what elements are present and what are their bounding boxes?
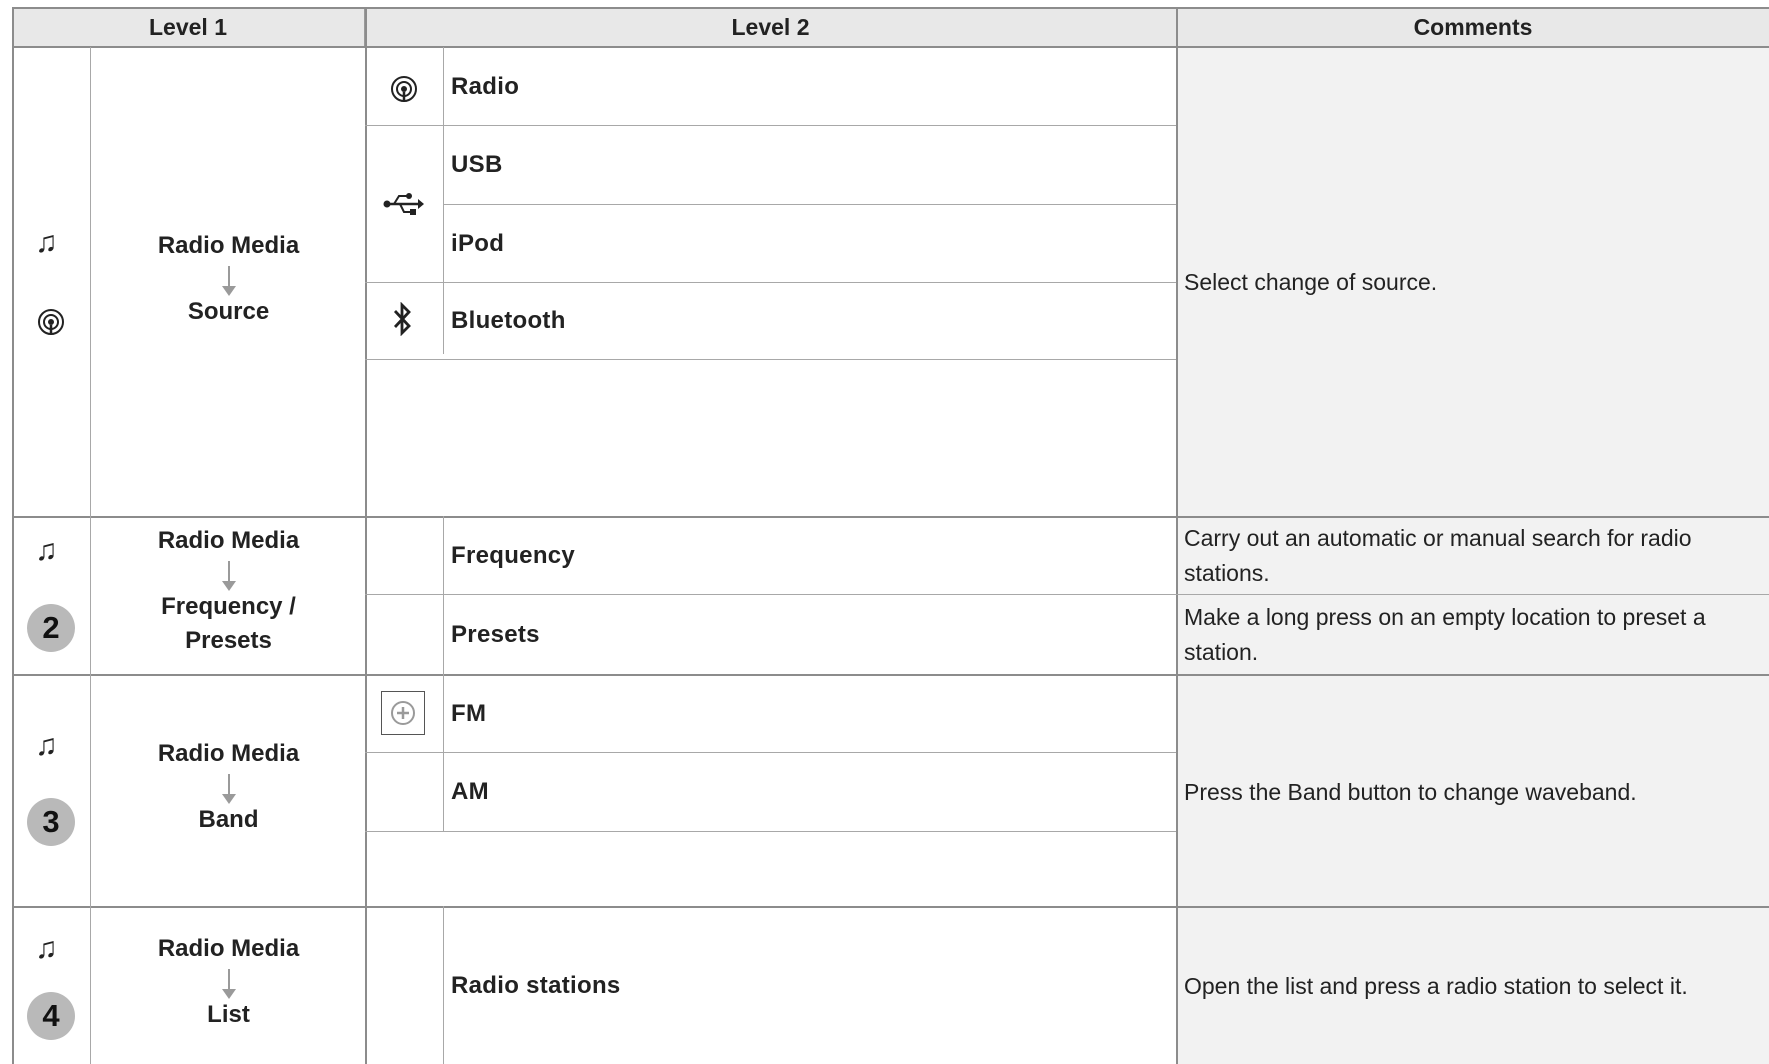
l2-divider-bluetooth (365, 359, 1176, 360)
header-level-1-label: Level 1 (149, 14, 227, 40)
table-border-top (12, 7, 1769, 9)
header-comments-label: Comments (1413, 14, 1533, 40)
music-note-icon: ♫ (35, 729, 58, 762)
col-divider-comments (1176, 7, 1178, 1064)
header-level-1: Level 1 (12, 8, 365, 47)
col-divider-l2-icons-3 (443, 906, 444, 1064)
level1-band-bottom: Band (198, 806, 259, 833)
level2-radio-stations[interactable]: Radio stations (451, 966, 621, 1006)
plus-circle-icon (381, 691, 425, 735)
usb-icon (382, 191, 424, 217)
arrow-down-icon (221, 561, 236, 591)
arrow-down-icon (221, 266, 236, 296)
level1-source: Radio Media Source (92, 229, 365, 329)
col-divider-l2-icons-2 (443, 516, 444, 831)
level2-fm[interactable]: FM (451, 675, 486, 752)
step-number-4: 4 (27, 992, 75, 1040)
level2-presets[interactable]: Presets (451, 595, 540, 674)
header-level-2: Level 2 (365, 8, 1177, 47)
level1-list: Radio Media List (92, 932, 365, 1032)
col-divider-icons (90, 47, 91, 1064)
level2-usb[interactable]: USB (451, 126, 503, 204)
arrow-down-icon (221, 969, 236, 999)
music-note-icon: ♫ (35, 226, 58, 259)
level2-radio[interactable]: Radio (451, 48, 519, 125)
row-divider-2 (12, 674, 1769, 676)
col-divider-l2-icons (443, 47, 444, 354)
l2-divider-am (365, 831, 1176, 832)
level1-frequency-presets: Radio Media Frequency / Presets (92, 524, 365, 658)
arrow-down-icon (221, 774, 236, 804)
l2-divider-usb (443, 204, 1176, 205)
level1-freq-bottom: Frequency / Presets (161, 593, 296, 654)
level1-band-top: Radio Media (157, 740, 300, 767)
level2-frequency[interactable]: Frequency (451, 517, 575, 594)
comment-band: Press the Band button to change waveband… (1184, 778, 1637, 805)
level2-am[interactable]: AM (451, 753, 489, 831)
radio-signal-icon (36, 307, 66, 337)
level1-source-bottom: Source (187, 298, 270, 325)
bluetooth-icon (392, 302, 414, 336)
row-divider-3 (12, 906, 1769, 908)
level2-ipod[interactable]: iPod (451, 205, 504, 282)
step-number-3: 3 (27, 798, 75, 846)
level1-source-top: Radio Media (157, 232, 300, 259)
header-border-bottom (12, 46, 1769, 48)
level2-bluetooth[interactable]: Bluetooth (451, 283, 566, 359)
comment-presets: Make a long press on an empty location t… (1184, 603, 1706, 665)
comment-list: Open the list and press a radio station … (1184, 972, 1688, 999)
comment-source: Select change of source. (1184, 268, 1438, 295)
music-note-icon: ♫ (35, 534, 58, 567)
level1-list-top: Radio Media (157, 935, 300, 962)
header-comments: Comments (1177, 8, 1769, 47)
radio-signal-icon (389, 74, 419, 104)
level1-freq-top: Radio Media (157, 527, 300, 554)
comment-frequency: Carry out an automatic or manual search … (1184, 524, 1692, 586)
reference-table: Level 1 Level 2 Comments ♫ Radio Media S… (0, 0, 1769, 1064)
header-level-2-label: Level 2 (731, 14, 810, 40)
table-border-left (12, 7, 14, 1064)
level1-list-bottom: List (207, 1001, 250, 1028)
col-divider-level2 (365, 7, 367, 1064)
level1-band: Radio Media Band (92, 737, 365, 837)
l2-divider-frequency (365, 594, 1769, 595)
step-number-2: 2 (27, 604, 75, 652)
music-note-icon: ♫ (35, 932, 58, 965)
